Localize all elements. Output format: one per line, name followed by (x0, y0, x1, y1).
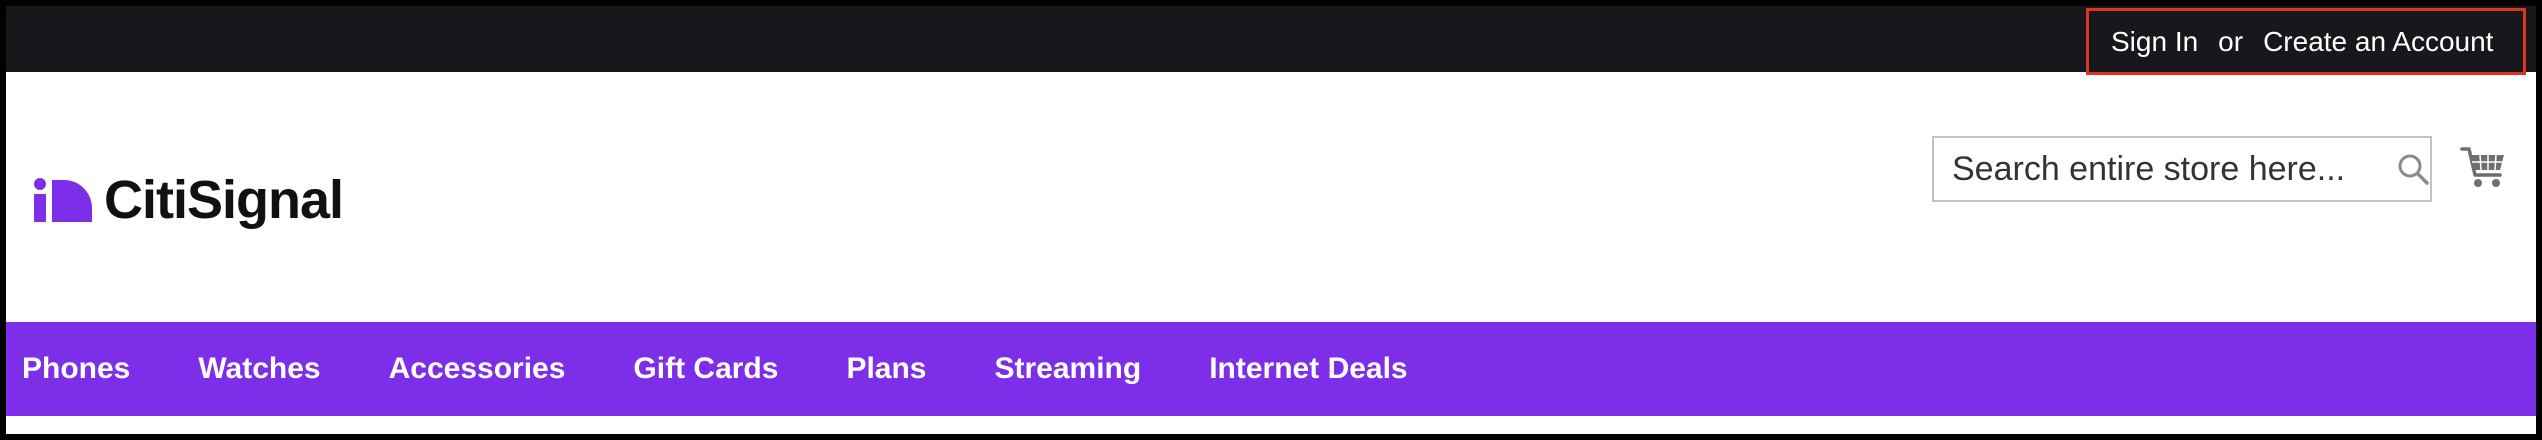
search-box (1932, 136, 2432, 202)
cart-icon[interactable] (2458, 142, 2508, 192)
nav-item-watches[interactable]: Watches (198, 352, 320, 386)
nav-item-phones[interactable]: Phones (22, 352, 130, 386)
search-icon[interactable] (2395, 138, 2430, 200)
or-separator: or (2218, 25, 2244, 57)
sign-in-link[interactable]: Sign In (2111, 26, 2198, 58)
top-bar: Sign In or Create an Account (6, 6, 2536, 75)
nav-item-plans[interactable]: Plans (846, 352, 926, 386)
nav-item-internet-deals[interactable]: Internet Deals (1209, 352, 1407, 386)
search-input[interactable] (1934, 138, 2395, 200)
page-frame: Sign In or Create an Account CitiSignal (0, 0, 2542, 440)
main-navigation: Phones Watches Accessories Gift Cards Pl… (6, 322, 2536, 416)
logo-mark-icon (34, 178, 94, 222)
nav-item-gift-cards[interactable]: Gift Cards (633, 352, 778, 386)
create-account-link[interactable]: Create an Account (2263, 26, 2493, 58)
account-links: Sign In or Create an Account (2086, 8, 2526, 75)
nav-item-streaming[interactable]: Streaming (995, 352, 1142, 386)
nav-item-accessories[interactable]: Accessories (389, 352, 566, 386)
brand-name: CitiSignal (104, 170, 344, 230)
site-logo[interactable]: CitiSignal (34, 170, 344, 230)
